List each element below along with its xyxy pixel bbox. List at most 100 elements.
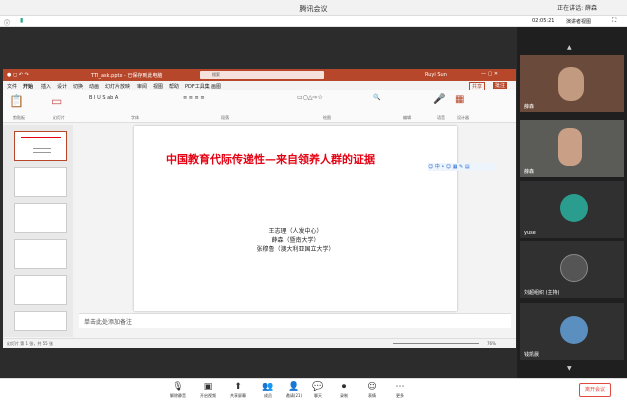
ribbon-tabs: 文件 开始 插入 设计 切换 动画 幻灯片放映 审阅 视图 帮助 PDF工具集 … [3, 81, 516, 91]
button-label: 聊天 [314, 393, 322, 398]
slide-thumbnails [3, 125, 73, 337]
more-button[interactable]: ⋯ 更多 [386, 382, 414, 402]
tab-view[interactable]: 视图 [153, 83, 163, 90]
collapse-up-icon[interactable]: ▲ [567, 44, 572, 51]
ppt-user-name[interactable]: Ruyi Sun [425, 72, 447, 78]
floating-toolbar[interactable]: ☺ 中 • ☺ ▦ ✎ ▤ [428, 163, 496, 171]
slide-thumbnail[interactable] [14, 275, 67, 305]
participant-name: 薛森 [524, 104, 535, 110]
group-label-designer: 设计器 [457, 115, 469, 120]
tab-slideshow[interactable]: 幻灯片放映 [105, 83, 130, 90]
collapse-down-icon[interactable]: ▼ [567, 365, 572, 372]
tab-draw[interactable]: 画图 [211, 83, 221, 90]
ppt-file-title: TTI_ask.pptx - 已保存到此电脑 [91, 73, 163, 79]
paragraph-controls[interactable]: ≡ ≡ ≡ ≡ [183, 95, 205, 101]
tab-design[interactable]: 设计 [57, 83, 67, 90]
shapes-gallery[interactable]: ▭○△⇨☆ [297, 94, 323, 101]
button-label: 解除静音 [170, 393, 186, 398]
participants-panel: ▲ 薛森 薛森 yuse 刘超组织 (主持) 钱凯晨 ▼ [517, 27, 627, 378]
fullscreen-icon[interactable]: ⛶ [612, 17, 616, 25]
avatar [560, 194, 588, 222]
button-label: 开启视频 [200, 393, 216, 398]
button-label: 表情 [368, 393, 376, 398]
status-bar: 幻灯片 第 1 张，共 55 张 76% [3, 338, 516, 348]
title-bar: 腾讯会议 正在讲话: 薛森 [0, 0, 627, 16]
ppt-title-bar: ● ◻ ↶ ↷ TTI_ask.pptx - 已保存到此电脑 搜索 Ruyi S… [3, 69, 516, 81]
tab-transitions[interactable]: 切换 [73, 83, 83, 90]
tab-review[interactable]: 审阅 [137, 83, 147, 90]
chat-icon: 💬 [312, 382, 324, 392]
record-icon: ⏺ [341, 382, 347, 392]
share-screen-button[interactable]: ⬆ 共享屏幕 [224, 382, 252, 402]
tab-insert[interactable]: 插入 [41, 83, 51, 90]
find-icon[interactable]: 🔍 [373, 94, 380, 101]
group-label-slides: 幻灯片 [53, 115, 65, 120]
tab-help[interactable]: 帮助 [169, 83, 179, 90]
notes-placeholder: 单击此处添加备注 [84, 319, 133, 326]
avatar [560, 254, 588, 282]
powerpoint-window: ● ◻ ↶ ↷ TTI_ask.pptx - 已保存到此电脑 搜索 Ruyi S… [3, 69, 516, 348]
zoom-slider[interactable] [393, 343, 479, 344]
start-video-button[interactable]: ▣ 开启视频 [194, 382, 222, 402]
ppt-search-input[interactable]: 搜索 [200, 71, 324, 79]
meeting-time: 02:05:21 [532, 18, 555, 24]
chat-button[interactable]: 💬 聊天 [304, 382, 332, 402]
video-tile[interactable]: 薛森 [520, 55, 624, 112]
tab-file[interactable]: 文件 [7, 83, 17, 90]
slide-thumbnail[interactable] [14, 311, 67, 331]
speaker-face [558, 67, 584, 101]
font-controls[interactable]: B I U S ab A [89, 95, 118, 101]
button-label: 录制 [340, 393, 348, 398]
participant-name: yuse [524, 230, 536, 236]
notes-pane[interactable]: 单击此处添加备注 [79, 313, 511, 328]
comment-button[interactable]: 批注 [493, 82, 508, 89]
slide-thumbnail[interactable] [14, 167, 67, 197]
ppt-search-placeholder: 搜索 [212, 72, 220, 77]
window-title: 腾讯会议 [299, 5, 328, 13]
view-switch-button[interactable]: 演讲者视图 [566, 18, 591, 25]
slide-thumbnail[interactable] [14, 131, 67, 161]
group-label-voice: 语音 [437, 115, 445, 120]
new-slide-icon[interactable]: ▭ [51, 94, 62, 108]
speaker-face [558, 128, 582, 166]
slide-canvas[interactable]: 中国教育代际传递性—来自领养人群的证据 ☺ 中 • ☺ ▦ ✎ ▤ 王志理（人发… [134, 126, 496, 311]
participant-name: 钱凯晨 [524, 352, 540, 358]
video-tile[interactable]: 钱凯晨 [520, 303, 624, 360]
slide-thumbnail[interactable] [14, 203, 67, 233]
video-tile[interactable]: yuse [520, 181, 624, 238]
unmute-button[interactable]: 🎙 解除静音 [164, 382, 192, 402]
video-tile[interactable]: 薛森 [520, 120, 624, 177]
slide-count: 幻灯片 第 1 张，共 55 张 [7, 341, 53, 346]
group-label-clipboard: 剪贴板 [13, 115, 25, 120]
speaking-indicator: 正在讲话: 薛森 [557, 5, 597, 12]
share-screen-icon: ⬆ [234, 382, 242, 392]
record-button[interactable]: ⏺ 录制 [330, 382, 358, 402]
designer-icon[interactable]: ▦ [455, 94, 464, 105]
button-label: 成员 [264, 393, 272, 398]
microphone-icon: 🎙 [172, 382, 184, 392]
participant-name: 薛森 [524, 169, 535, 175]
info-icon[interactable]: ⓘ [4, 18, 10, 27]
ribbon: 📋 ▭ B I U S ab A ≡ ≡ ≡ ≡ ▭○△⇨☆ 🔍 🎤 ▦ 剪贴板… [3, 90, 516, 123]
emoji-button[interactable]: ☺ 表情 [358, 382, 386, 402]
window-controls[interactable]: — ▢ ✕ [481, 71, 498, 77]
more-icon: ⋯ [395, 382, 405, 392]
tab-pdf-tools[interactable]: PDF工具集 [185, 83, 210, 90]
slide-thumbnail[interactable] [14, 239, 67, 269]
paste-icon[interactable]: 📋 [9, 94, 24, 108]
button-label: 更多 [396, 393, 404, 398]
avatar [560, 316, 588, 344]
participant-name: 刘超组织 (主持) [524, 290, 560, 296]
tab-animations[interactable]: 动画 [89, 83, 99, 90]
video-tile[interactable]: 刘超组织 (主持) [520, 241, 624, 298]
meeting-toolbar: 🎙 解除静音 ▣ 开启视频 ⬆ 共享屏幕 👥 成员 👤 邀请(21) 💬 聊天 ⏺ 录制 ☺ 表… [0, 378, 627, 402]
leave-meeting-button[interactable]: 离开会议 [579, 383, 611, 397]
button-label: 共享屏幕 [230, 393, 246, 398]
dictate-icon[interactable]: 🎤 [433, 94, 445, 105]
camera-icon: ▣ [203, 382, 213, 392]
autosave-toggle[interactable]: ● ◻ ↶ ↷ [7, 72, 29, 78]
members-button[interactable]: 👥 成员 [254, 382, 282, 402]
zoom-level: 76% [487, 341, 496, 346]
slide-title: 中国教育代际传递性—来自领养人群的证据 [166, 153, 375, 166]
members-icon: 👥 [262, 382, 274, 392]
